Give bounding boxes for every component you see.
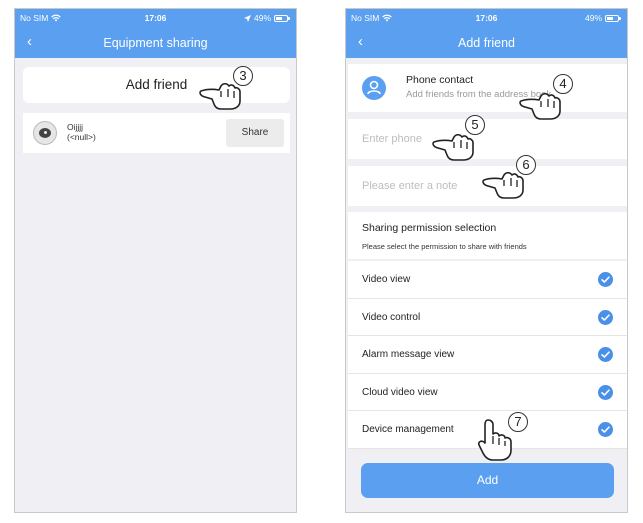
step-marker-4: 4 [553, 74, 573, 94]
status-bar: No SIM 17:06 49% [15, 9, 296, 27]
checkmark-icon[interactable] [598, 384, 613, 400]
phone-contact-row[interactable]: Phone contact Add friends from the addre… [348, 64, 627, 112]
permission-item-cloud-video-view[interactable]: Cloud video view [348, 373, 627, 411]
location-arrow-icon [243, 14, 251, 22]
checkmark-icon[interactable] [598, 272, 613, 287]
checkmark-icon[interactable] [598, 422, 613, 437]
step-marker-6: 6 [516, 155, 536, 175]
permission-label: Video view [362, 274, 411, 285]
permission-label: Cloud video view [362, 386, 438, 398]
contact-title: Phone contact [406, 74, 474, 86]
phone-input[interactable] [348, 119, 627, 159]
nav-bar: ‹ Add friend [346, 27, 627, 58]
permission-subtitle: Please select the permission to share wi… [362, 242, 527, 251]
add-button[interactable]: Add [361, 463, 614, 498]
camera-device-icon [33, 121, 57, 145]
permission-item-video-control[interactable]: Video control [348, 298, 627, 336]
checkmark-icon[interactable] [598, 347, 613, 362]
device-row: Oijjjj (<null>) Share [23, 113, 290, 153]
device-name: Oijjjj [67, 122, 84, 132]
battery-icon [274, 14, 290, 22]
permission-header: Sharing permission selection Please sele… [348, 212, 627, 259]
device-subtitle: (<null>) [67, 132, 96, 142]
phone-screen-equipment-sharing: No SIM 17:06 49% ‹ Equipment sharing Add… [14, 8, 297, 513]
permission-title: Sharing permission selection [362, 222, 497, 234]
phone-input-row [348, 119, 627, 159]
battery-percent: 49% [584, 13, 602, 23]
permission-label: Alarm message view [362, 349, 455, 360]
permission-label: Video control [362, 311, 421, 323]
page-title: Equipment sharing [103, 36, 208, 50]
step-marker-7: 7 [508, 412, 528, 432]
permission-item-video-view[interactable]: Video view [348, 261, 627, 299]
page-title: Add friend [458, 36, 515, 50]
step-marker-5: 5 [465, 115, 485, 135]
person-icon [362, 76, 386, 100]
permission-item-alarm-message-view[interactable]: Alarm message view [348, 336, 627, 374]
battery-icon [605, 14, 621, 22]
step-marker-3: 3 [233, 66, 253, 86]
checkmark-icon[interactable] [598, 309, 613, 325]
share-button[interactable]: Share [226, 119, 284, 147]
battery-percent: 49% [253, 13, 271, 23]
nav-bar: ‹ Equipment sharing [15, 27, 296, 58]
status-bar: No SIM 17:06 49% [346, 9, 627, 27]
permission-label: Device management [362, 424, 454, 435]
